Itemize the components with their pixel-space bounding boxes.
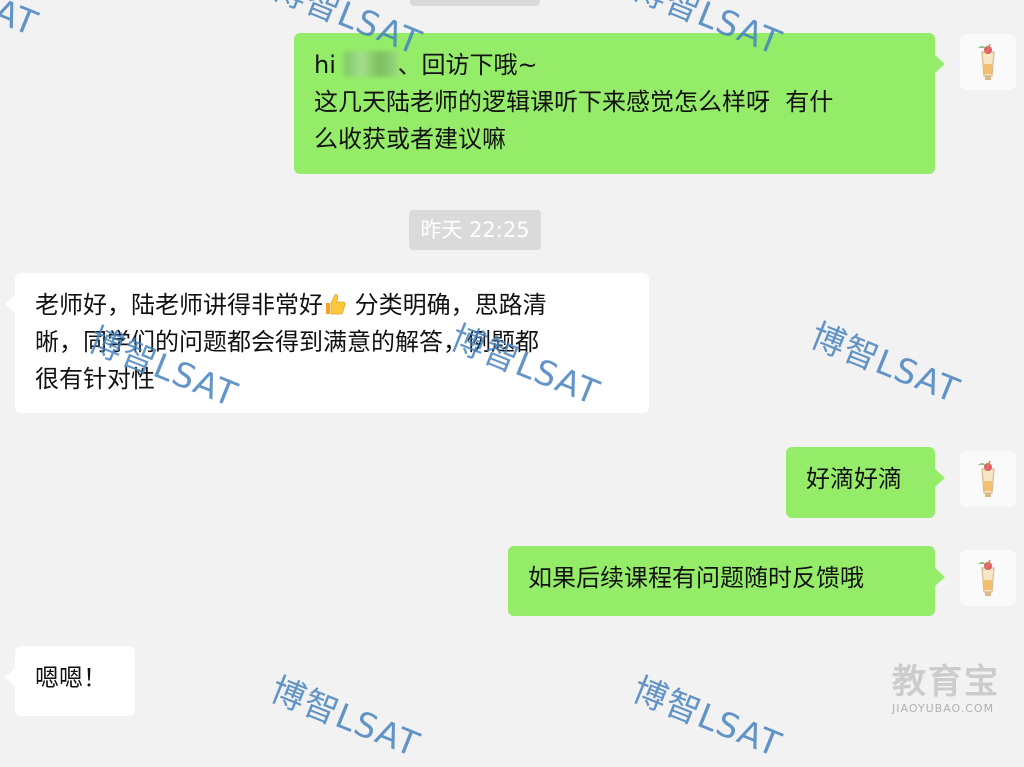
- message-text: 好滴好滴: [806, 465, 902, 493]
- message-text: 如果后续课程有问题随时反馈哦: [528, 564, 864, 592]
- avatar[interactable]: [960, 550, 1016, 606]
- message-bubble-received[interactable]: 嗯嗯！: [5, 646, 135, 716]
- chat-window: hi 、回访下哦~ 这几天陆老师的逻辑课听下来感觉怎么样呀 有什 么收获或者建议…: [0, 0, 1024, 766]
- watermark: AT: [0, 0, 44, 45]
- thumbs-up-icon: [326, 294, 346, 315]
- avatar[interactable]: [960, 34, 1016, 90]
- site-logo: 教育宝 JIAOYUBAO.COM: [892, 662, 1022, 722]
- message-text: 这几天陆老师的逻辑课听下来感觉怎么样呀 有什 么收获或者建议嘛: [314, 88, 834, 153]
- drink-avatar-icon: [978, 460, 995, 497]
- message-text: 老师好，陆老师讲得非常好: [35, 291, 323, 319]
- avatar[interactable]: [960, 451, 1016, 507]
- drink-avatar-icon: [978, 559, 995, 596]
- watermark: 博智LSAT: [626, 669, 788, 766]
- site-logo-cn: 教育宝: [892, 662, 1000, 702]
- timestamp-badge-partial: [410, 0, 540, 6]
- message-text: hi: [314, 51, 344, 79]
- watermark: 博智LSAT: [804, 315, 966, 412]
- message-bubble-sent[interactable]: 好滴好滴: [786, 447, 945, 518]
- timestamp-badge: 昨天 22:25: [409, 210, 541, 250]
- message-text: 、回访下哦~: [397, 51, 538, 79]
- site-logo-en: JIAOYUBAO.COM: [892, 702, 995, 715]
- message-text: 嗯嗯！: [35, 664, 107, 692]
- drink-avatar-icon: [978, 43, 995, 80]
- message-bubble-sent[interactable]: 如果后续课程有问题随时反馈哦: [508, 546, 945, 616]
- watermark: 博智LSAT: [264, 669, 426, 766]
